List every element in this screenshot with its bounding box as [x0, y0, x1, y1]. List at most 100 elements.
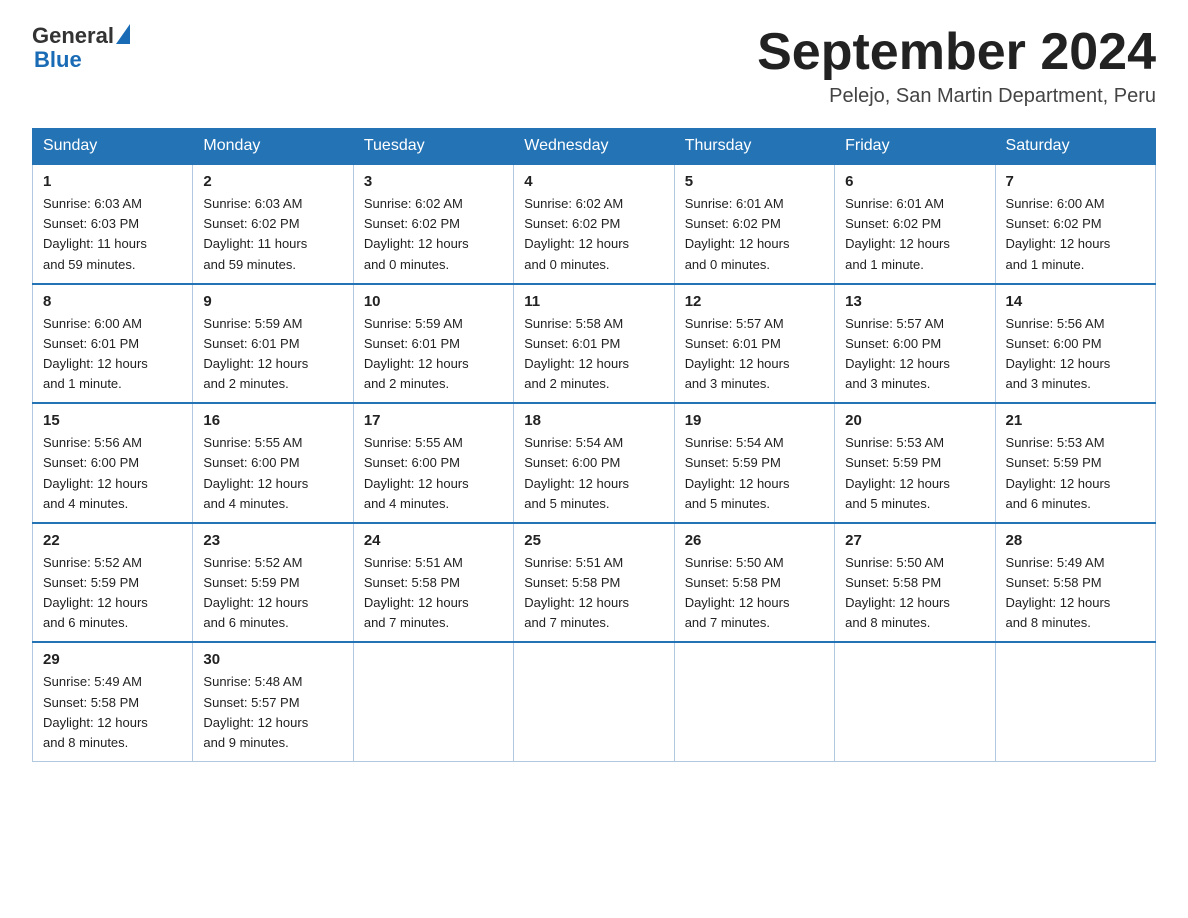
- day-info: Sunrise: 5:52 AMSunset: 5:59 PMDaylight:…: [203, 555, 308, 630]
- calendar-cell: 4 Sunrise: 6:02 AMSunset: 6:02 PMDaylight…: [514, 164, 674, 284]
- day-info: Sunrise: 5:48 AMSunset: 5:57 PMDaylight:…: [203, 674, 308, 749]
- calendar-header-sunday: Sunday: [33, 129, 193, 165]
- title-block: September 2024 Pelejo, San Martin Depart…: [757, 24, 1156, 108]
- day-number: 19: [685, 412, 824, 429]
- day-info: Sunrise: 6:03 AMSunset: 6:03 PMDaylight:…: [43, 196, 147, 271]
- day-number: 29: [43, 651, 182, 668]
- day-info: Sunrise: 6:01 AMSunset: 6:02 PMDaylight:…: [685, 196, 790, 271]
- day-info: Sunrise: 6:00 AMSunset: 6:01 PMDaylight:…: [43, 316, 148, 391]
- day-info: Sunrise: 5:51 AMSunset: 5:58 PMDaylight:…: [524, 555, 629, 630]
- day-info: Sunrise: 5:50 AMSunset: 5:58 PMDaylight:…: [685, 555, 790, 630]
- day-number: 3: [364, 173, 503, 190]
- calendar-cell: [514, 642, 674, 761]
- day-number: 22: [43, 532, 182, 549]
- day-number: 8: [43, 293, 182, 310]
- day-number: 15: [43, 412, 182, 429]
- calendar-cell: 6Sunrise: 6:01 AMSunset: 6:02 PMDaylight…: [835, 164, 995, 284]
- calendar-cell: 23Sunrise: 5:52 AMSunset: 5:59 PMDayligh…: [193, 523, 353, 643]
- calendar-cell: 21 Sunrise: 5:53 AMSunset: 5:59 PMDayligh…: [995, 403, 1155, 523]
- day-number: 27: [845, 532, 984, 549]
- day-info: Sunrise: 5:54 AMSunset: 5:59 PMDaylight:…: [685, 435, 790, 510]
- calendar-cell: 22Sunrise: 5:52 AMSunset: 5:59 PMDayligh…: [33, 523, 193, 643]
- day-info: Sunrise: 6:02 AMSunset: 6:02 PMDaylight:…: [524, 196, 629, 271]
- week-row-2: 8 Sunrise: 6:00 AMSunset: 6:01 PMDaylight…: [33, 284, 1156, 404]
- day-info: Sunrise: 5:49 AMSunset: 5:58 PMDaylight:…: [1006, 555, 1111, 630]
- day-info: Sunrise: 5:51 AMSunset: 5:58 PMDaylight:…: [364, 555, 469, 630]
- calendar-header-tuesday: Tuesday: [353, 129, 513, 165]
- day-number: 21: [1006, 412, 1145, 429]
- day-number: 9: [203, 293, 342, 310]
- week-row-4: 22 Sunrise: 5:52 AMSunset: 5:59 PMDayligh…: [33, 523, 1156, 643]
- day-number: 12: [685, 293, 824, 310]
- day-info: Sunrise: 5:59 AMSunset: 6:01 PMDaylight:…: [203, 316, 308, 391]
- calendar-cell: 29 Sunrise: 5:49 AMSunset: 5:58 PMDayligh…: [33, 642, 193, 761]
- day-number: 25: [524, 532, 663, 549]
- calendar-cell: 10 Sunrise: 5:59 AMSunset: 6:01 PMDayligh…: [353, 284, 513, 404]
- week-row-5: 29 Sunrise: 5:49 AMSunset: 5:58 PMDayligh…: [33, 642, 1156, 761]
- logo-blue-text: Blue: [34, 48, 82, 72]
- day-info: Sunrise: 5:49 AMSunset: 5:58 PMDaylight:…: [43, 674, 148, 749]
- page-header: General Blue September 2024 Pelejo, San …: [32, 24, 1156, 108]
- calendar-cell: 16 Sunrise: 5:55 AMSunset: 6:00 PMDayligh…: [193, 403, 353, 523]
- calendar-header-thursday: Thursday: [674, 129, 834, 165]
- day-info: Sunrise: 5:54 AMSunset: 6:00 PMDaylight:…: [524, 435, 629, 510]
- day-info: Sunrise: 6:02 AMSunset: 6:02 PMDaylight:…: [364, 196, 469, 271]
- day-info: Sunrise: 6:03 AMSunset: 6:02 PMDaylight:…: [203, 196, 307, 271]
- day-number: 17: [364, 412, 503, 429]
- day-number: 18: [524, 412, 663, 429]
- day-number: 5: [685, 173, 824, 190]
- calendar-cell: 11 Sunrise: 5:58 AMSunset: 6:01 PMDayligh…: [514, 284, 674, 404]
- calendar-cell: [835, 642, 995, 761]
- week-row-1: 1 Sunrise: 6:03 AMSunset: 6:03 PMDaylight…: [33, 164, 1156, 284]
- calendar-cell: 30 Sunrise: 5:48 AMSunset: 5:57 PMDayligh…: [193, 642, 353, 761]
- calendar-cell: 5 Sunrise: 6:01 AMSunset: 6:02 PMDaylight…: [674, 164, 834, 284]
- day-info: Sunrise: 5:56 AMSunset: 6:00 PMDaylight:…: [43, 435, 148, 510]
- day-number: 7: [1006, 173, 1145, 190]
- day-info: Sunrise: 5:56 AMSunset: 6:00 PMDaylight:…: [1006, 316, 1111, 391]
- calendar-header-monday: Monday: [193, 129, 353, 165]
- logo-general-text: General: [32, 24, 114, 48]
- calendar-header-row: SundayMondayTuesdayWednesdayThursdayFrid…: [33, 129, 1156, 165]
- logo: General Blue: [32, 24, 130, 72]
- calendar-cell: [674, 642, 834, 761]
- calendar-cell: 2 Sunrise: 6:03 AMSunset: 6:02 PMDaylight…: [193, 164, 353, 284]
- calendar-cell: 26 Sunrise: 5:50 AMSunset: 5:58 PMDayligh…: [674, 523, 834, 643]
- calendar-cell: 3 Sunrise: 6:02 AMSunset: 6:02 PMDaylight…: [353, 164, 513, 284]
- location-title: Pelejo, San Martin Department, Peru: [757, 85, 1156, 108]
- day-number: 4: [524, 173, 663, 190]
- calendar-cell: 19 Sunrise: 5:54 AMSunset: 5:59 PMDayligh…: [674, 403, 834, 523]
- day-number: 10: [364, 293, 503, 310]
- day-number: 11: [524, 293, 663, 310]
- day-number: 26: [685, 532, 824, 549]
- day-number: 1: [43, 173, 182, 190]
- calendar-cell: 12 Sunrise: 5:57 AMSunset: 6:01 PMDayligh…: [674, 284, 834, 404]
- calendar-cell: 14 Sunrise: 5:56 AMSunset: 6:00 PMDayligh…: [995, 284, 1155, 404]
- day-info: Sunrise: 6:00 AMSunset: 6:02 PMDaylight:…: [1006, 196, 1111, 271]
- calendar-cell: 18 Sunrise: 5:54 AMSunset: 6:00 PMDayligh…: [514, 403, 674, 523]
- day-info: Sunrise: 5:58 AMSunset: 6:01 PMDaylight:…: [524, 316, 629, 391]
- calendar-cell: 27 Sunrise: 5:50 AMSunset: 5:58 PMDayligh…: [835, 523, 995, 643]
- week-row-3: 15 Sunrise: 5:56 AMSunset: 6:00 PMDayligh…: [33, 403, 1156, 523]
- calendar-cell: 13Sunrise: 5:57 AMSunset: 6:00 PMDayligh…: [835, 284, 995, 404]
- month-title: September 2024: [757, 24, 1156, 81]
- logo-triangle-icon: [116, 24, 130, 44]
- day-info: Sunrise: 6:01 AMSunset: 6:02 PMDaylight:…: [845, 196, 950, 271]
- day-number: 2: [203, 173, 342, 190]
- calendar-cell: 15 Sunrise: 5:56 AMSunset: 6:00 PMDayligh…: [33, 403, 193, 523]
- calendar-cell: 1 Sunrise: 6:03 AMSunset: 6:03 PMDaylight…: [33, 164, 193, 284]
- day-info: Sunrise: 5:53 AMSunset: 5:59 PMDaylight:…: [845, 435, 950, 510]
- calendar-header-wednesday: Wednesday: [514, 129, 674, 165]
- calendar-cell: [995, 642, 1155, 761]
- calendar-cell: 25 Sunrise: 5:51 AMSunset: 5:58 PMDayligh…: [514, 523, 674, 643]
- day-number: 24: [364, 532, 503, 549]
- day-info: Sunrise: 5:50 AMSunset: 5:58 PMDaylight:…: [845, 555, 950, 630]
- day-info: Sunrise: 5:55 AMSunset: 6:00 PMDaylight:…: [203, 435, 308, 510]
- day-info: Sunrise: 5:57 AMSunset: 6:01 PMDaylight:…: [685, 316, 790, 391]
- day-number: 16: [203, 412, 342, 429]
- day-number: 30: [203, 651, 342, 668]
- day-info: Sunrise: 5:59 AMSunset: 6:01 PMDaylight:…: [364, 316, 469, 391]
- day-info: Sunrise: 5:53 AMSunset: 5:59 PMDaylight:…: [1006, 435, 1111, 510]
- day-number: 14: [1006, 293, 1145, 310]
- day-number: 13: [845, 293, 984, 310]
- day-info: Sunrise: 5:55 AMSunset: 6:00 PMDaylight:…: [364, 435, 469, 510]
